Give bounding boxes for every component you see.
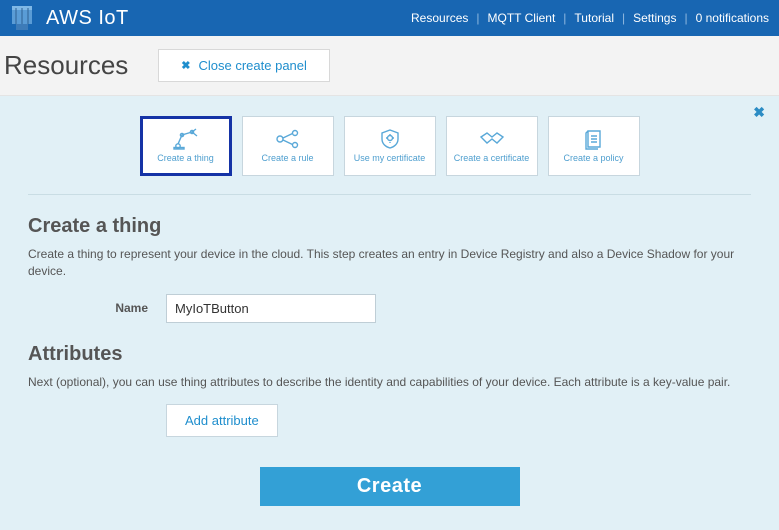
top-nav: AWS IoT Resources | MQTT Client | Tutori… <box>0 0 779 36</box>
handshake-icon <box>478 128 506 150</box>
tile-label: Create a certificate <box>454 154 530 164</box>
tile-create-thing[interactable]: Create a thing <box>140 116 232 176</box>
nav-settings[interactable]: Settings <box>633 11 676 25</box>
create-button-wrap: Create <box>28 467 751 506</box>
tile-label: Create a rule <box>261 154 313 164</box>
brand: AWS IoT <box>0 2 129 34</box>
create-panel: ✖ Create a thing Create a rule <box>0 96 779 530</box>
document-icon <box>580 128 608 150</box>
tile-row: Create a thing Create a rule Use my cert… <box>28 110 751 195</box>
create-button[interactable]: Create <box>260 467 520 506</box>
page-title: Resources <box>4 50 128 81</box>
create-thing-section: Create a thing Create a thing to represe… <box>28 195 751 323</box>
close-panel-label: Close create panel <box>199 58 307 73</box>
aws-iot-logo-icon <box>6 2 38 34</box>
tile-create-rule[interactable]: Create a rule <box>242 116 334 176</box>
brand-title: AWS IoT <box>46 7 129 30</box>
nav-notifications[interactable]: 0 notifications <box>696 11 769 25</box>
close-create-panel-button[interactable]: ✖ Close create panel <box>158 49 330 82</box>
robot-arm-icon <box>172 128 200 150</box>
top-nav-links: Resources | MQTT Client | Tutorial | Set… <box>411 11 769 25</box>
name-label: Name <box>28 301 148 315</box>
create-thing-description: Create a thing to represent your device … <box>28 246 751 280</box>
close-icon: ✖ <box>181 59 190 72</box>
nav-mqtt-client[interactable]: MQTT Client <box>488 11 556 25</box>
tile-label: Create a policy <box>563 154 623 164</box>
name-row: Name <box>28 294 751 323</box>
name-input[interactable] <box>166 294 376 323</box>
nav-resources[interactable]: Resources <box>411 11 468 25</box>
attributes-section: Attributes Next (optional), you can use … <box>28 333 751 438</box>
tile-create-policy[interactable]: Create a policy <box>548 116 640 176</box>
tile-label: Use my certificate <box>354 154 426 164</box>
tile-use-my-certificate[interactable]: Use my certificate <box>344 116 436 176</box>
nav-tutorial[interactable]: Tutorial <box>574 11 614 25</box>
attributes-description: Next (optional), you can use thing attri… <box>28 374 751 391</box>
tile-label: Create a thing <box>157 154 214 164</box>
add-attribute-button[interactable]: Add attribute <box>166 404 278 437</box>
resources-bar: Resources ✖ Close create panel <box>0 36 779 96</box>
tile-create-certificate[interactable]: Create a certificate <box>446 116 538 176</box>
panel-close-icon[interactable]: ✖ <box>753 104 765 121</box>
create-thing-heading: Create a thing <box>28 215 751 238</box>
nodes-icon <box>274 128 302 150</box>
shield-icon <box>376 128 404 150</box>
attributes-heading: Attributes <box>28 343 751 366</box>
